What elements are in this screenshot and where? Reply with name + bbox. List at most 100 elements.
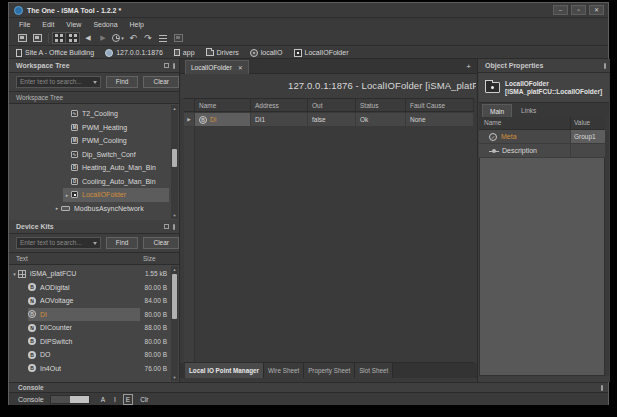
breadcrumb-item[interactable]: LocalIOFolder <box>294 49 349 57</box>
breadcrumb-item[interactable]: localIO <box>250 49 283 57</box>
console-bar: Console A I E Clr <box>9 393 608 405</box>
pin-icon[interactable] <box>601 385 603 391</box>
drivers-folder-icon <box>206 50 214 56</box>
maximize-panel-icon[interactable] <box>164 63 169 68</box>
tree-item[interactable]: M PWM_Cooling <box>9 134 179 148</box>
pin-icon[interactable] <box>173 224 175 230</box>
binary-point-icon: D <box>71 178 78 185</box>
expand-arrow-icon[interactable]: ▸ <box>63 192 71 198</box>
tree-item[interactable]: ∿ Dip_Switch_Conf <box>9 148 179 162</box>
workspace-find-button[interactable]: Find <box>106 76 139 88</box>
export-icon[interactable] <box>171 32 185 44</box>
tree-item[interactable]: ▸ LocalIOFolder <box>9 188 179 202</box>
properties-tab[interactable]: Main <box>482 104 512 117</box>
list-icon[interactable] <box>156 32 170 44</box>
device-kits-clear-button[interactable]: Clear <box>143 237 179 249</box>
menu-item[interactable]: Help <box>124 18 150 31</box>
device-kits-panel: Device Kits Enter text to search... Find… <box>9 220 179 382</box>
editor-grid-row[interactable]: ▶ BDI DI1 false Ok None <box>184 113 474 127</box>
workspace-column-header: Workspace Tree <box>9 91 179 104</box>
properties-empty-area <box>479 158 605 376</box>
kit-item[interactable]: B In4Out 76.00 B <box>9 362 179 376</box>
expand-arrow-icon[interactable]: ▸ <box>53 205 61 211</box>
workspace-clear-button[interactable]: Clear <box>143 76 179 88</box>
app-logo-icon <box>14 6 23 15</box>
breadcrumb-item[interactable]: Site A - Office Building <box>16 49 94 57</box>
kit-item[interactable]: B AODigital 80.00 B <box>9 281 179 295</box>
redo-icon[interactable]: ↷ <box>141 32 155 44</box>
folder-icon <box>485 82 500 93</box>
kit-item[interactable]: N AOVoltage 84.00 B <box>9 294 179 308</box>
breadcrumb-item[interactable]: app <box>174 49 195 56</box>
open-window-icon[interactable] <box>30 32 44 44</box>
kit-item[interactable]: B DIPSwitch 80.00 B <box>9 335 179 349</box>
sheet-tab[interactable]: Local IO Point Manager <box>185 363 264 378</box>
kit-item[interactable]: N DICounter 88.00 B <box>9 321 179 335</box>
device-kits-find-button[interactable]: Find <box>106 237 139 249</box>
console-header: Console <box>9 382 608 393</box>
minimize-button[interactable]: – <box>553 5 568 15</box>
workspace-search-input[interactable]: Enter text to search... <box>16 76 101 88</box>
close-button[interactable]: ✕ <box>589 5 604 15</box>
editor-title-bar: 127.0.0.1:1876 - LocalIOFolder [iSMA_pla… <box>181 74 476 98</box>
check-circle-icon: ✓ <box>489 133 497 141</box>
pwm-point-icon: M <box>71 124 78 131</box>
properties-tab[interactable]: Links <box>514 104 543 117</box>
sheet-tab[interactable]: Property Sheet <box>304 363 355 378</box>
new-window-icon[interactable] <box>15 32 29 44</box>
workspace-scrollbar[interactable]: ▲ ▼ <box>171 105 178 219</box>
editor-grid-header: Name Address Out Status Fault Cause <box>184 98 474 112</box>
tree-item[interactable]: M PWM_Heating <box>9 121 179 135</box>
kit-item[interactable]: B DO 80.00 B <box>9 348 179 362</box>
object-name: LocalIOFolder <box>505 80 602 88</box>
breadcrumb-item[interactable]: Drivers <box>206 49 239 56</box>
sheet-tab[interactable]: Wire Sheet <box>264 363 304 378</box>
kit-item[interactable]: ▾ iSMA_platFCU 1.55 kB <box>9 267 179 281</box>
console-button[interactable]: E <box>123 394 133 405</box>
maximize-button[interactable]: ▫ <box>571 5 586 15</box>
app-icon <box>174 49 180 56</box>
new-tab-icon[interactable]: + <box>466 62 471 71</box>
forward-icon[interactable]: ▶ <box>96 32 110 44</box>
tree-item[interactable]: D Heating_Auto_Man_Bin <box>9 161 179 175</box>
history-icon[interactable]: ▾ <box>111 32 125 44</box>
breadcrumb: Site A - Office Building 127.0.0.1:1876 … <box>9 47 608 59</box>
console-button[interactable]: I <box>112 395 118 404</box>
property-row[interactable]: Description <box>479 144 605 158</box>
console-button[interactable]: A <box>99 395 107 404</box>
grid-view-alt-icon[interactable] <box>66 32 80 44</box>
grid-view-icon[interactable] <box>52 32 66 44</box>
editor-tab[interactable]: LocalIOFolder ✕ <box>185 60 249 74</box>
analog-point-icon: ∿ <box>71 110 78 117</box>
properties-scrollbar[interactable] <box>605 117 609 376</box>
undo-icon[interactable]: ↶ <box>126 32 140 44</box>
property-row[interactable]: ✓ Meta Group1 <box>479 130 605 144</box>
globe-icon <box>105 49 113 57</box>
breadcrumb-item[interactable]: 127.0.0.1:1876 <box>105 49 163 57</box>
console-button[interactable]: Clr <box>138 395 150 404</box>
close-tab-icon[interactable]: ✕ <box>238 64 243 71</box>
toolbar: ◀ ▶ ▾ ↶ ↷ <box>9 31 608 46</box>
editor-panel: LocalIOFolder ✕ + 127.0.0.1:1876 - Local… <box>179 59 478 382</box>
menu-item[interactable]: View <box>60 18 87 31</box>
pin-icon[interactable] <box>604 63 606 69</box>
console-toggle[interactable] <box>50 395 90 404</box>
menu-item[interactable]: Edit <box>36 18 60 31</box>
kit-item[interactable]: B DI 80.00 B <box>9 308 179 322</box>
slider-icon <box>489 147 499 155</box>
tree-item[interactable]: ▸ ModbusAsyncNetwork <box>9 202 179 216</box>
maximize-panel-icon[interactable] <box>164 224 169 229</box>
device-kits-search-input[interactable]: Enter text to search... <box>16 237 101 249</box>
pin-icon[interactable] <box>173 63 175 69</box>
device-kits-scrollbar[interactable]: ▲ ▼ <box>171 266 178 381</box>
menu-item[interactable]: File <box>13 18 36 31</box>
expand-arrow-icon[interactable]: ▾ <box>11 271 18 277</box>
menu-item[interactable]: Sedona <box>87 18 123 31</box>
workspace-tree-header: Workspace Tree <box>9 59 179 73</box>
tree-item[interactable]: D Cooling_Auto_Man_Bin <box>9 175 179 189</box>
back-icon[interactable]: ◀ <box>81 32 95 44</box>
sheet-tab[interactable]: Slot Sheet <box>355 363 393 378</box>
tree-item[interactable]: ∿ T2_Cooling <box>9 107 179 121</box>
network-icon <box>61 206 70 211</box>
sheet-tabs: Local IO Point Manager Wire Sheet Proper… <box>180 363 477 378</box>
